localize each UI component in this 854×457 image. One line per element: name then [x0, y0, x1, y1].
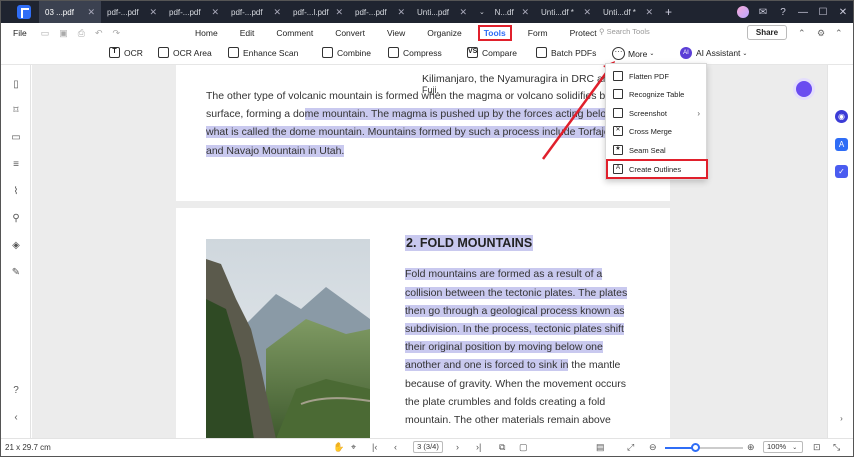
zoom-level-select[interactable]: 100% ⌄: [763, 441, 803, 453]
page-dimensions: 21 x 29.7 cm: [5, 443, 51, 452]
page-number-input[interactable]: 3 (3/4): [413, 441, 443, 453]
menu-item-seam-seal[interactable]: ★ Seam Seal: [606, 141, 706, 159]
zoom-slider[interactable]: [665, 443, 743, 452]
menu-item-screenshot[interactable]: Screenshot ›: [606, 104, 706, 122]
menu-item-create-outlines[interactable]: A Create Outlines: [606, 159, 708, 179]
menu-item-label: Recognize Table: [629, 89, 685, 99]
fit-page-icon[interactable]: ⧉: [499, 442, 505, 453]
more-dropdown-menu: Flatten PDF Recognize Table Screenshot › …: [605, 63, 708, 180]
app-window: 03 ...pdf ✕ pdf-...pdf ✕ pdf-...pdf ✕ pdf-.…: [0, 0, 854, 457]
menu-item-label: Create Outlines: [629, 164, 682, 174]
cross-merge-icon: ✕: [613, 126, 623, 136]
flatten-icon: [613, 71, 623, 81]
chevron-down-icon: ⌄: [792, 445, 798, 451]
zoom-slider-handle[interactable]: [691, 443, 700, 452]
prev-page-icon[interactable]: ‹: [394, 442, 397, 452]
hand-tool-icon[interactable]: ✋: [333, 442, 344, 453]
status-bar: 21 x 29.7 cm ✋ ⌖ |‹ ‹ 3 (3/4) › ›| ⧉ ▢ ▤…: [1, 438, 853, 456]
menu-item-recognize-table[interactable]: Recognize Table: [606, 85, 706, 103]
menu-item-flatten-pdf[interactable]: Flatten PDF: [606, 67, 706, 85]
select-tool-icon[interactable]: ⌖: [351, 442, 356, 453]
menu-item-label: Screenshot: [629, 108, 667, 118]
callout-arrow: [541, 61, 615, 160]
arrow-line: [541, 68, 611, 160]
screenshot-icon: [613, 108, 623, 118]
zoom-in-icon[interactable]: ⊕: [747, 442, 755, 453]
expand-view-icon[interactable]: ⤡: [833, 442, 840, 453]
menu-item-label: Cross Merge: [629, 126, 672, 136]
outline-icon: A: [613, 164, 623, 174]
view-mode-icon[interactable]: ▤: [596, 442, 605, 453]
next-page-icon[interactable]: ›: [456, 442, 459, 452]
last-page-icon[interactable]: ›|: [476, 442, 481, 452]
chevron-right-icon: ›: [697, 108, 700, 118]
zoom-out-icon[interactable]: ⊖: [649, 442, 657, 453]
first-page-icon[interactable]: |‹: [372, 442, 377, 452]
menu-item-label: Flatten PDF: [629, 71, 670, 81]
zoom-value: 100%: [767, 442, 787, 451]
menu-item-label: Seam Seal: [629, 145, 666, 155]
fullscreen-icon[interactable]: ▢: [519, 442, 528, 453]
reading-mode-icon[interactable]: ⤢: [627, 442, 634, 453]
menu-item-cross-merge[interactable]: ✕ Cross Merge: [606, 122, 706, 140]
seal-icon: ★: [613, 145, 623, 155]
fit-width-icon[interactable]: ⊡: [813, 442, 821, 453]
table-icon: [613, 89, 623, 99]
